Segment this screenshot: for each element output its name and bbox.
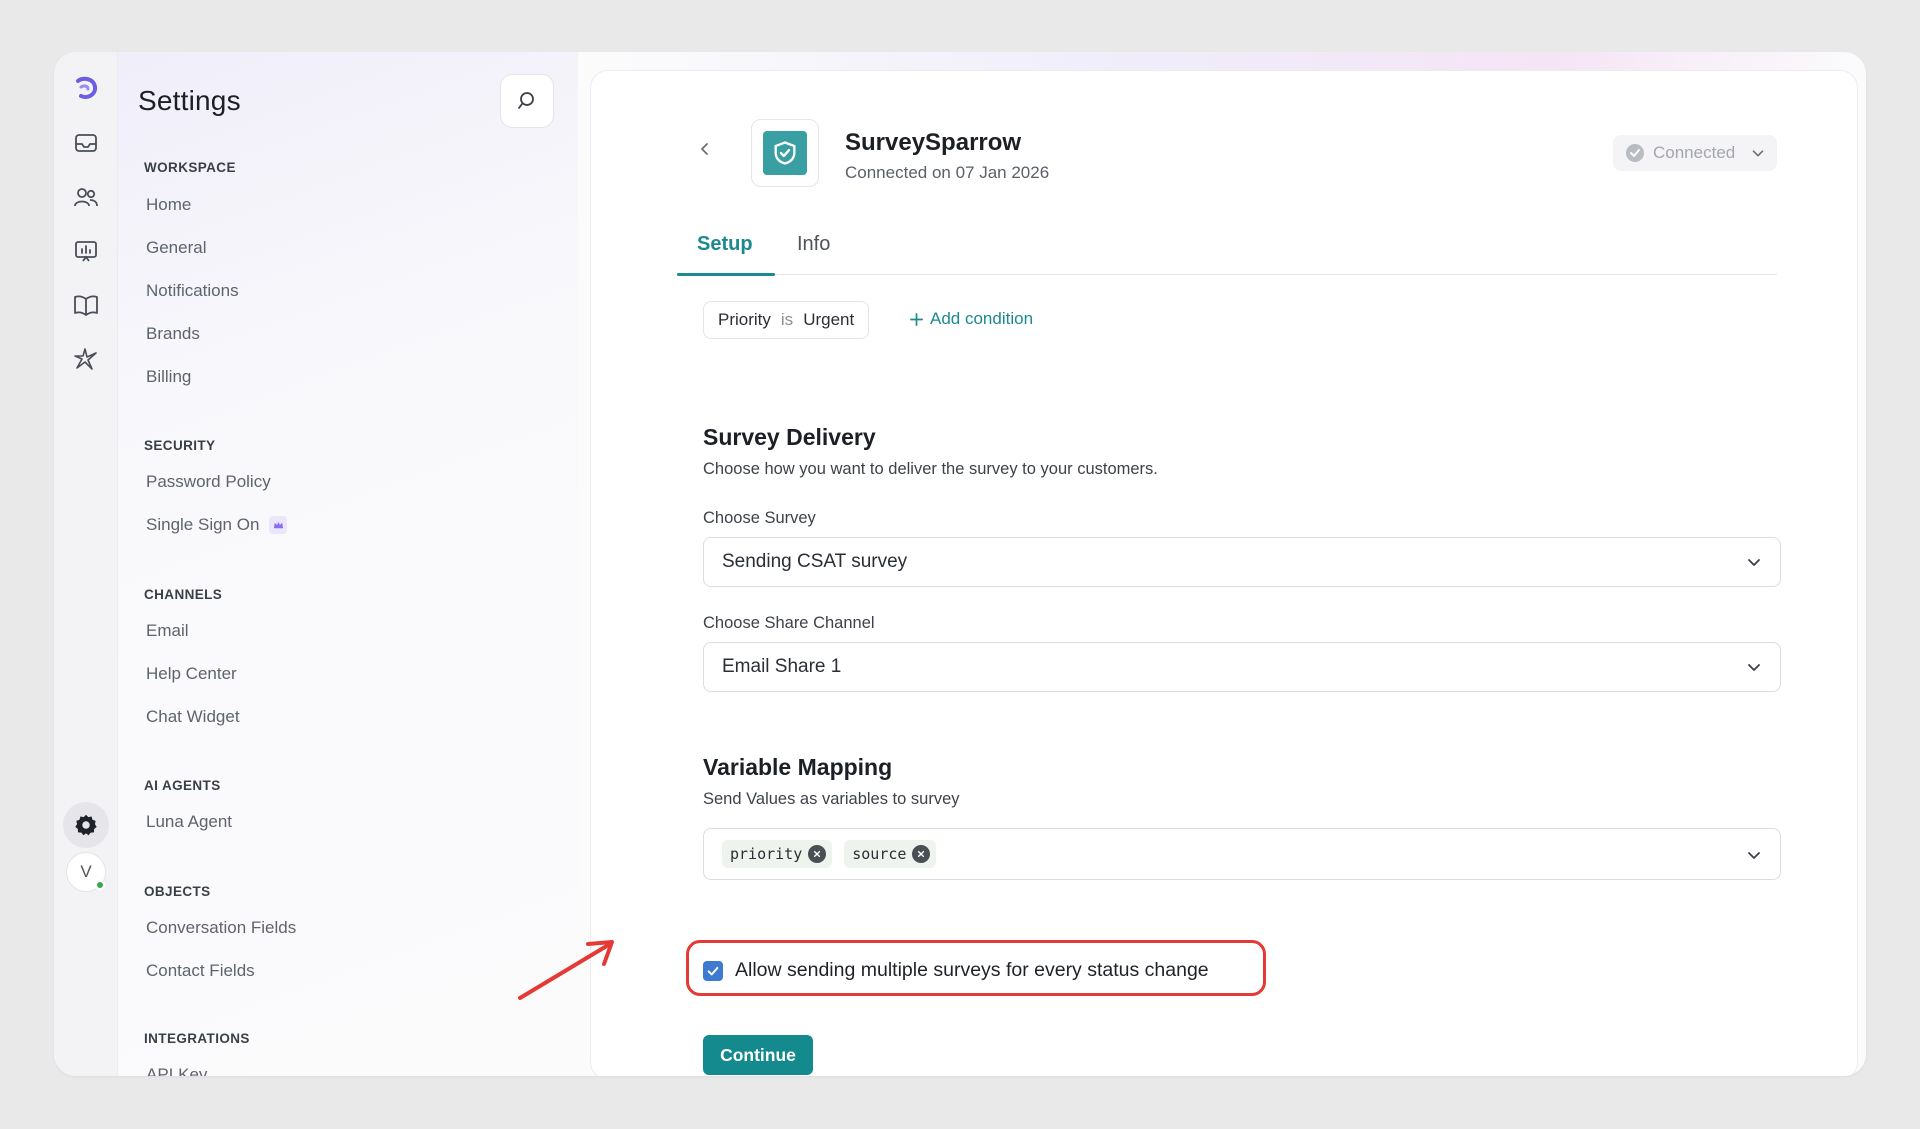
tab-bar: Setup Info bbox=[677, 221, 1777, 276]
choose-share-channel-value: Email Share 1 bbox=[722, 656, 842, 677]
sidebar-item-chat-widget[interactable]: Chat Widget bbox=[146, 707, 240, 727]
check-circle-icon bbox=[1626, 144, 1644, 162]
sidebar-item-contact-fields[interactable]: Contact Fields bbox=[146, 961, 255, 981]
contacts-icon[interactable] bbox=[68, 179, 104, 215]
continue-button[interactable]: Continue bbox=[703, 1035, 813, 1075]
section-label-ai-agents: AI AGENTS bbox=[144, 778, 221, 793]
icon-rail: V bbox=[54, 52, 118, 1076]
section-label-channels: CHANNELS bbox=[144, 587, 223, 602]
chevron-down-icon bbox=[1752, 150, 1764, 157]
integration-name: SurveySparrow bbox=[845, 129, 1022, 156]
tag-label: source bbox=[852, 845, 907, 863]
choose-survey-label: Choose Survey bbox=[703, 509, 816, 527]
condition-value: Urgent bbox=[803, 310, 855, 329]
condition-pill[interactable]: Priority is Urgent bbox=[703, 301, 870, 339]
choose-share-channel-label: Choose Share Channel bbox=[703, 614, 875, 632]
tab-info[interactable]: Info bbox=[797, 233, 830, 256]
add-condition-button[interactable]: Add condition bbox=[909, 309, 1033, 329]
add-condition-label: Add condition bbox=[930, 309, 1034, 328]
variable-mapping-description: Send Values as variables to survey bbox=[703, 790, 960, 808]
search-button[interactable] bbox=[500, 74, 554, 128]
multiple-surveys-option[interactable]: Allow sending multiple surveys for every… bbox=[703, 959, 1209, 982]
sidebar-item-email[interactable]: Email bbox=[146, 621, 189, 641]
status-dropdown-button[interactable] bbox=[1739, 135, 1777, 171]
sidebar-item-notifications[interactable]: Notifications bbox=[146, 281, 239, 301]
sidebar-item-help-center[interactable]: Help Center bbox=[146, 664, 237, 684]
tag-label: priority bbox=[730, 845, 803, 863]
sidebar-item-home[interactable]: Home bbox=[146, 195, 191, 215]
checkmark-icon bbox=[707, 966, 719, 975]
surveysparrow-logo bbox=[751, 119, 819, 187]
section-label-objects: OBJECTS bbox=[144, 884, 211, 899]
connected-date: Connected on 07 Jan 2026 bbox=[845, 163, 1050, 182]
variable-tag: source bbox=[844, 840, 937, 868]
back-chevron-icon[interactable] bbox=[695, 139, 715, 159]
section-label-security: SECURITY bbox=[144, 438, 216, 453]
sidebar-item-luna-agent[interactable]: Luna Agent bbox=[146, 812, 232, 832]
remove-tag-icon[interactable] bbox=[912, 845, 931, 863]
sidebar-item-general[interactable]: General bbox=[146, 238, 206, 258]
multiple-surveys-checkbox[interactable] bbox=[703, 960, 723, 981]
variable-tag: priority bbox=[722, 840, 833, 868]
sidebar-item-conversation-fields[interactable]: Conversation Fields bbox=[146, 918, 296, 938]
online-status-dot bbox=[95, 880, 105, 890]
avatar-initial: V bbox=[80, 862, 92, 881]
sidebar-item-label: Single Sign On bbox=[146, 515, 260, 534]
chevron-down-icon bbox=[1748, 852, 1760, 859]
page-title: Settings bbox=[138, 85, 241, 116]
choose-survey-select[interactable]: Sending CSAT survey bbox=[703, 537, 1781, 587]
premium-crown-icon bbox=[269, 516, 288, 534]
survey-delivery-title: Survey Delivery bbox=[703, 424, 876, 450]
status-label: Connected bbox=[1653, 143, 1736, 162]
plus-icon bbox=[910, 312, 923, 326]
sidebar-item-brands[interactable]: Brands bbox=[146, 324, 200, 344]
condition-field: Priority bbox=[718, 310, 771, 329]
ai-sparkle-icon[interactable] bbox=[68, 341, 104, 377]
sidebar-item-password-policy[interactable]: Password Policy bbox=[146, 472, 271, 492]
variable-mapping-select[interactable]: priority source bbox=[703, 828, 1781, 880]
multiple-surveys-label: Allow sending multiple surveys for every… bbox=[735, 959, 1209, 981]
active-tab-indicator bbox=[677, 273, 775, 276]
avatar[interactable]: V bbox=[66, 852, 106, 892]
sidebar-item-billing[interactable]: Billing bbox=[146, 367, 191, 387]
inbox-icon[interactable] bbox=[68, 125, 104, 161]
knowledge-base-icon[interactable] bbox=[68, 287, 104, 323]
section-label-workspace: WORKSPACE bbox=[144, 160, 236, 175]
survey-delivery-description: Choose how you want to deliver the surve… bbox=[703, 460, 1158, 478]
tab-setup[interactable]: Setup bbox=[697, 233, 753, 256]
chevron-down-icon bbox=[1748, 664, 1760, 671]
connection-status-badge: Connected bbox=[1613, 135, 1750, 171]
choose-share-channel-select[interactable]: Email Share 1 bbox=[703, 642, 1781, 692]
remove-tag-icon[interactable] bbox=[808, 845, 827, 863]
section-label-integrations: INTEGRATIONS bbox=[144, 1031, 250, 1046]
variable-mapping-title: Variable Mapping bbox=[703, 754, 893, 780]
settings-icon[interactable] bbox=[63, 802, 109, 848]
choose-survey-value: Sending CSAT survey bbox=[722, 551, 908, 572]
sidebar-item-single-sign-on[interactable]: Single Sign On bbox=[146, 515, 288, 535]
search-icon bbox=[518, 92, 534, 109]
sidebar-item-api-key[interactable]: API Key bbox=[146, 1065, 207, 1076]
chevron-down-icon bbox=[1748, 559, 1760, 566]
reports-icon[interactable] bbox=[68, 233, 104, 269]
integration-panel: SurveySparrow Connected on 07 Jan 2026 C… bbox=[590, 70, 1858, 1076]
settings-sidebar: Settings WORKSPACE Home General Notifica… bbox=[118, 52, 578, 1076]
app-window: V Settings WORKSPACE Home General Notifi… bbox=[54, 52, 1866, 1076]
shield-check-icon bbox=[774, 141, 796, 165]
logo-icon[interactable] bbox=[68, 70, 104, 106]
condition-operator: is bbox=[780, 310, 794, 329]
